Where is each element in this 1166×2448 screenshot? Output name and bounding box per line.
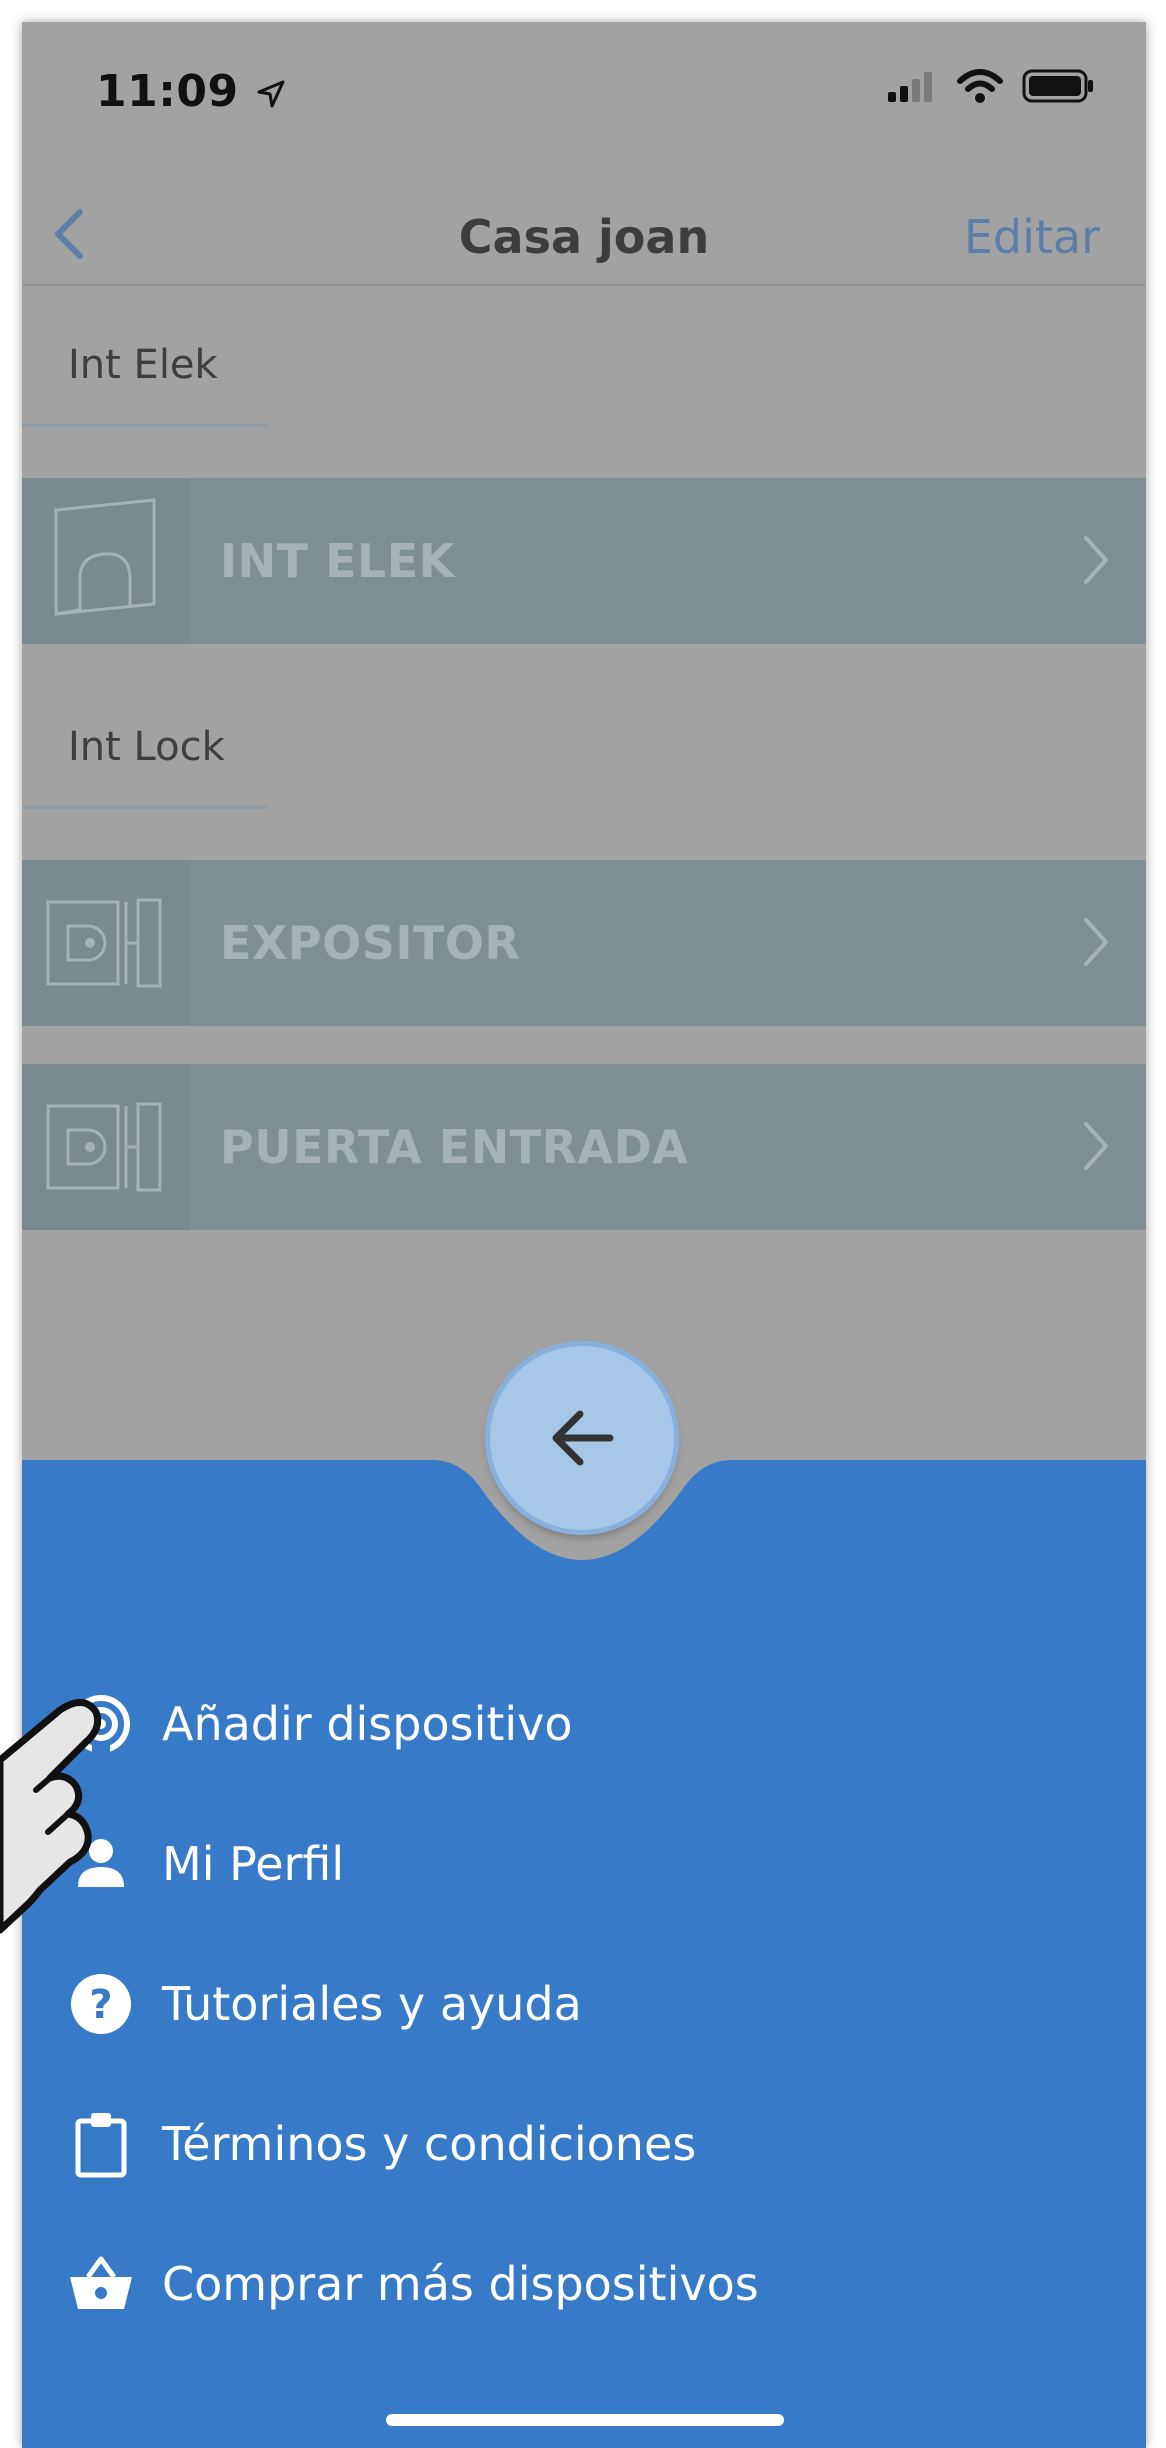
group-header: Int Elek [68, 342, 218, 388]
device-row[interactable]: EXPOSITOR [22, 860, 1146, 1026]
lock-icon [46, 898, 162, 988]
status-time: 11:09 [96, 66, 286, 117]
door-icon [54, 498, 156, 616]
pointing-hand-icon [0, 1699, 102, 1934]
device-row[interactable]: PUERTA ENTRADA [22, 1064, 1146, 1230]
wifi-icon [957, 69, 1003, 103]
lock-icon [46, 1102, 162, 1192]
menu-item-add-device[interactable]: Añadir dispositivo [66, 1684, 573, 1764]
menu-item-label: Términos y condiciones [162, 2117, 697, 2171]
device-name: EXPOSITOR [220, 916, 521, 970]
menu-item-label: Añadir dispositivo [162, 1697, 573, 1751]
menu-item-label: Comprar más dispositivos [162, 2257, 759, 2311]
app-screen: 11:09 Casa joan Editar Int Elek INT ELEK… [22, 22, 1146, 2448]
arrow-left-icon [552, 1410, 614, 1466]
menu-item-label: Tutoriales y ayuda [162, 1977, 582, 2031]
chevron-right-icon [1084, 536, 1108, 584]
menu-item-label: Mi Perfil [162, 1837, 345, 1891]
device-name: INT ELEK [220, 534, 455, 588]
menu-item-terms[interactable]: Términos y condiciones [66, 2104, 696, 2184]
home-indicator [386, 2414, 784, 2426]
location-arrow-icon [257, 80, 285, 108]
chevron-right-icon [1084, 918, 1108, 966]
nav-divider [22, 284, 1146, 286]
edit-button[interactable]: Editar [964, 210, 1100, 264]
device-icon-box [22, 860, 190, 1026]
menu-item-buy-devices[interactable]: Comprar más dispositivos [66, 2244, 759, 2324]
battery-icon [1022, 69, 1093, 103]
chevron-right-icon [1084, 1122, 1108, 1170]
group-header: Int Lock [68, 724, 225, 770]
basket-icon [66, 2249, 136, 2319]
status-indicators [886, 68, 1096, 104]
clipboard-icon [66, 2109, 136, 2179]
menu-item-tutorials[interactable]: ? Tutoriales y ayuda [66, 1964, 582, 2044]
device-icon-box [22, 478, 190, 644]
close-menu-button[interactable] [490, 1346, 674, 1530]
device-icon-box [22, 1064, 190, 1230]
device-name: PUERTA ENTRADA [220, 1120, 689, 1174]
group-underline [22, 424, 268, 427]
signal-icon [888, 72, 932, 102]
device-row[interactable]: INT ELEK [22, 478, 1146, 644]
group-underline [22, 806, 268, 809]
